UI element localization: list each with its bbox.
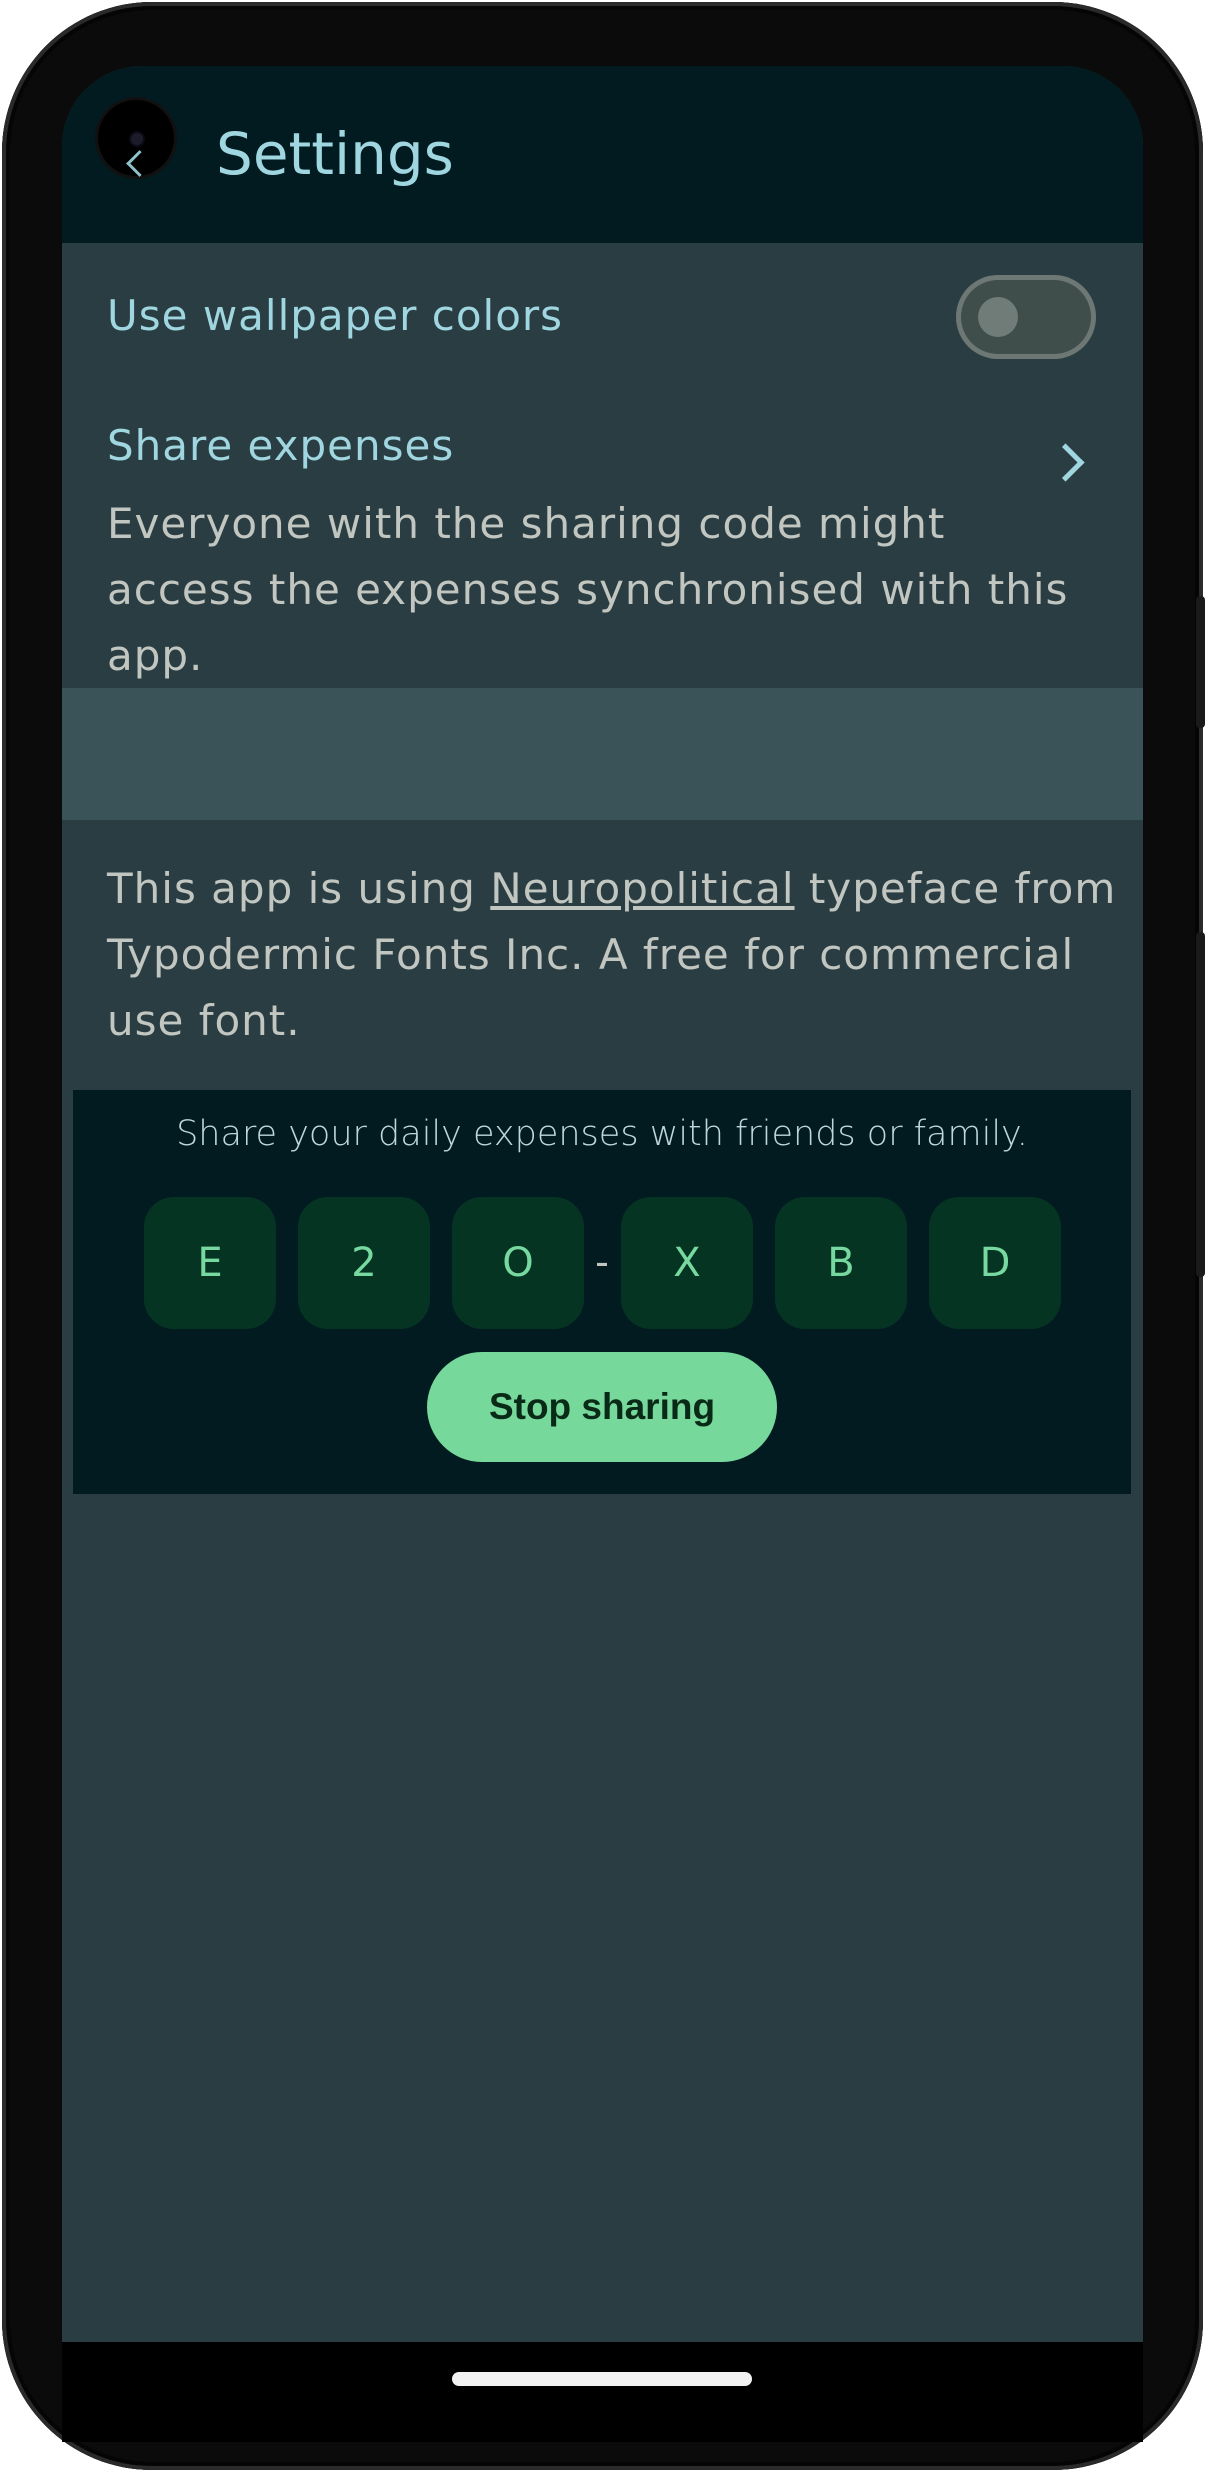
font-link[interactable]: Neuropolitical [490,864,794,913]
share-caption: Share your daily expenses with friends o… [176,1114,1028,1154]
volume-button [1196,932,1205,1277]
phone-frame: Settings Use wallpaper colors Share expe… [2,2,1205,2470]
code-char-4: X [621,1197,753,1329]
code-separator: - [595,1240,609,1284]
power-button [1196,596,1205,728]
font-credit-text: This app is using Neuropolitical typefac… [107,856,1117,1054]
wallpaper-colors-label: Use wallpaper colors [107,291,564,340]
chevron-right-icon [1046,443,1085,482]
font-credit-prefix: This app is using [107,864,491,913]
home-indicator[interactable] [452,2372,752,2386]
stop-sharing-button[interactable]: Stop sharing [427,1352,777,1462]
share-expenses-label: Share expenses [107,421,455,470]
code-char-1: E [144,1197,276,1329]
code-char-6: D [929,1197,1061,1329]
code-char-3: O [452,1197,584,1329]
toggle-knob [978,297,1018,337]
wallpaper-colors-toggle[interactable] [956,275,1096,359]
navigation-bar [62,2342,1143,2442]
top-app-bar: Settings [62,66,1143,243]
code-char-5: B [775,1197,907,1329]
sharing-code-panel: Share your daily expenses with friends o… [73,1090,1131,1494]
share-expenses-description: Everyone with the sharing code might acc… [107,499,1069,680]
section-divider [62,688,1143,820]
wallpaper-colors-row[interactable]: Use wallpaper colors [62,243,1143,393]
code-char-2: 2 [298,1197,430,1329]
share-expenses-row[interactable]: Share expenses Everyone with the sharing… [62,393,1143,688]
app-screen: Settings Use wallpaper colors Share expe… [62,66,1143,2342]
page-title: Settings [216,120,454,188]
